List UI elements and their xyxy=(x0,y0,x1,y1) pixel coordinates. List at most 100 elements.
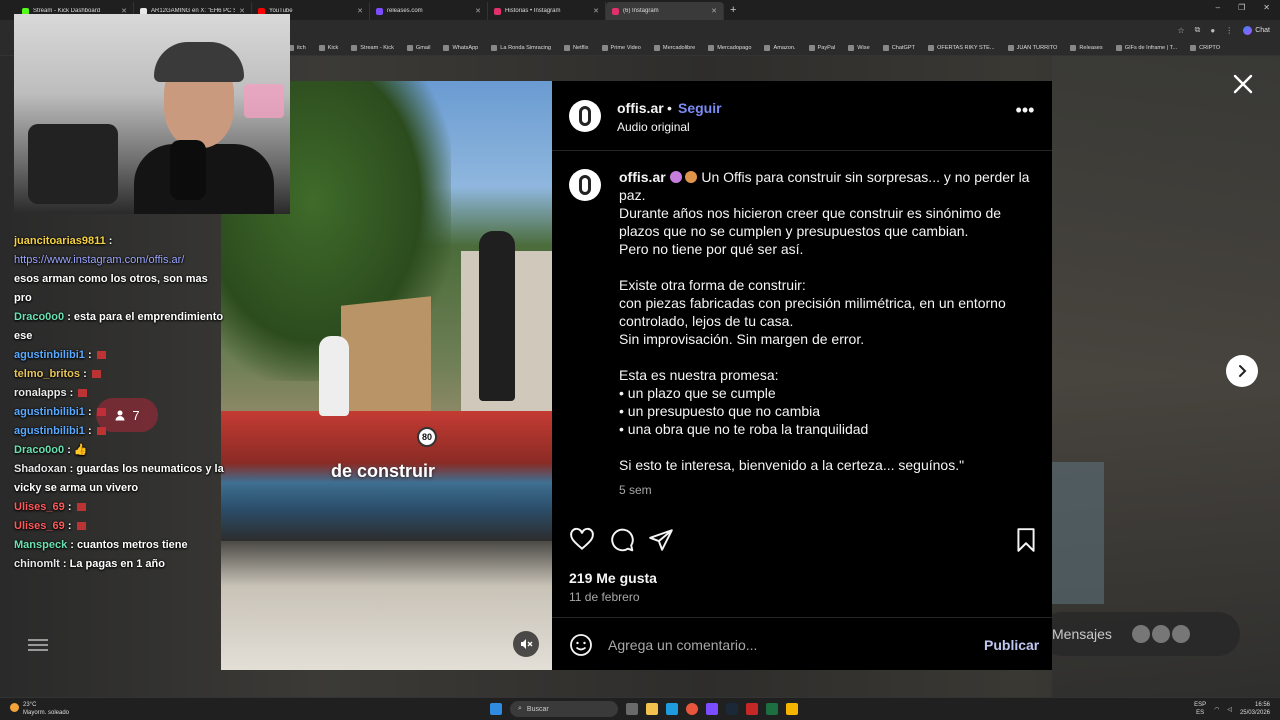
app-icon-2[interactable] xyxy=(746,703,758,715)
bookmark-item[interactable]: GIFs de Inframe | T... xyxy=(1115,44,1178,51)
chat-username[interactable]: Manspeck xyxy=(14,539,67,551)
chat-username[interactable]: agustinbilibi1 xyxy=(14,425,85,437)
close-icon[interactable] xyxy=(1231,72,1255,96)
bookmark-item[interactable]: Netflix xyxy=(563,44,589,51)
clock[interactable]: 16:56 25/03/2026 xyxy=(1240,701,1270,717)
close-window-button[interactable]: ✕ xyxy=(1263,3,1270,12)
chat-username[interactable]: juancitoarias9811 xyxy=(14,235,106,247)
caption-username[interactable]: offis.ar xyxy=(619,169,666,185)
app-icon[interactable] xyxy=(706,703,718,715)
audio-label[interactable]: Audio original xyxy=(617,120,690,134)
menu-icon[interactable]: ⋮ xyxy=(1225,26,1233,35)
bookmark-item[interactable]: PayPal xyxy=(808,44,835,51)
app-icon-3[interactable] xyxy=(786,703,798,715)
bookmark-item[interactable]: ChatGPT xyxy=(882,44,915,51)
bookmark-item[interactable]: itch xyxy=(288,44,306,51)
chat-username[interactable]: chinomlt xyxy=(14,558,60,570)
chat-link[interactable]: https://www.instagram.com/offis.ar/ xyxy=(14,254,184,266)
chat-message: chinomlt : La pagas en 1 año xyxy=(14,555,224,574)
bookmark-icon xyxy=(318,44,325,51)
steam-icon[interactable] xyxy=(726,703,738,715)
bookmark-item[interactable]: Prime Video xyxy=(601,44,641,51)
chat-username[interactable]: agustinbilibi1 xyxy=(14,406,85,418)
bookmark-label: Releases xyxy=(1079,44,1103,51)
chat-username[interactable]: Ulises_69 xyxy=(14,520,65,532)
star-icon[interactable]: ☆ xyxy=(1177,26,1184,35)
messages-avatars xyxy=(1131,625,1190,643)
excel-icon[interactable] xyxy=(766,703,778,715)
minimize-button[interactable]: – xyxy=(1216,3,1220,12)
mute-button[interactable] xyxy=(513,631,539,657)
comment-input[interactable] xyxy=(608,635,968,655)
chrome-icon[interactable] xyxy=(686,703,698,715)
chat-icon xyxy=(1243,25,1253,35)
bookmark-item[interactable]: Gmail xyxy=(406,44,430,51)
chat-button[interactable]: Chat xyxy=(1243,25,1270,35)
taskbar-search[interactable]: ⌕ Buscar xyxy=(510,701,618,717)
bookmark-label: Stream - Kick xyxy=(360,44,394,51)
tab-close-icon[interactable]: ✕ xyxy=(711,7,717,15)
file-explorer-icon[interactable] xyxy=(646,703,658,715)
share-icon[interactable] xyxy=(648,527,674,553)
follow-button[interactable]: Seguir xyxy=(678,100,722,116)
chat-separator: : xyxy=(67,539,77,551)
viewer-count: 7 xyxy=(96,398,158,432)
more-options-icon[interactable]: ••• xyxy=(1014,101,1036,125)
bookmark-item[interactable]: WhatsApp xyxy=(443,44,478,51)
bookmark-item[interactable]: Mercadopago xyxy=(708,44,751,51)
hamburger-icon[interactable] xyxy=(28,636,48,654)
bookmark-item[interactable]: Releases xyxy=(1070,44,1103,51)
profile-icon[interactable]: ● xyxy=(1210,26,1215,35)
comment-icon[interactable] xyxy=(609,527,635,553)
chat-username[interactable]: agustinbilibi1 xyxy=(14,349,85,361)
bookmark-item[interactable]: Stream - Kick xyxy=(351,44,394,51)
messages-bar[interactable]: Mensajes xyxy=(1040,612,1240,656)
next-post-button[interactable] xyxy=(1226,355,1258,387)
chat-separator: : xyxy=(84,425,95,437)
bookmark-item[interactable]: JUAN TURRITO xyxy=(1007,44,1057,51)
extensions-icon[interactable]: ⧉ xyxy=(1195,25,1201,35)
bookmark-item[interactable]: Wise xyxy=(848,44,870,51)
author-username[interactable]: offis.ar xyxy=(617,100,664,116)
bookmark-item[interactable]: Kick xyxy=(318,44,338,51)
maximize-button[interactable]: ❐ xyxy=(1238,3,1245,12)
windows-start-icon[interactable] xyxy=(490,703,502,715)
tab-close-icon[interactable]: ✕ xyxy=(357,7,363,15)
bookmark-item[interactable]: OFERTAS RIKY STE... xyxy=(928,44,995,51)
new-tab-button[interactable]: + xyxy=(730,4,736,16)
bookmark-label: itch xyxy=(297,44,306,51)
chat-username[interactable]: telmo_britos xyxy=(14,368,80,380)
edge-icon[interactable] xyxy=(666,703,678,715)
sun-icon xyxy=(10,703,19,712)
chat-emote-icon xyxy=(76,503,86,511)
bookmark-icon[interactable] xyxy=(1013,527,1039,553)
emoji-icon[interactable] xyxy=(569,633,593,657)
chat-username[interactable]: Draco0o0 xyxy=(14,311,64,323)
bookmark-item[interactable]: CRIPTO xyxy=(1190,44,1220,51)
bookmark-icon xyxy=(708,44,715,51)
caption-avatar[interactable] xyxy=(569,169,601,201)
chat-username[interactable]: ronalapps xyxy=(14,387,67,399)
task-view-icon[interactable] xyxy=(626,703,638,715)
chat-username[interactable]: Ulises_69 xyxy=(14,501,65,513)
browser-tab[interactable]: Historias • Instagram ✕ xyxy=(488,2,606,20)
wifi-icon[interactable]: ◠ xyxy=(1214,706,1219,713)
chat-username[interactable]: Shadoxan xyxy=(14,463,67,475)
browser-tab[interactable]: releases.com ✕ xyxy=(370,2,488,20)
bookmark-item[interactable]: La Ronda Simracing xyxy=(491,44,551,51)
caption-line: Pero no tiene por qué ser así. xyxy=(619,241,804,257)
author-avatar[interactable] xyxy=(569,100,601,132)
bookmark-item[interactable]: Mercadolibre xyxy=(653,44,695,51)
bookmark-label: GIFs de Inframe | T... xyxy=(1124,44,1178,51)
publish-button[interactable]: Publicar xyxy=(984,637,1039,653)
browser-tab[interactable]: (6) Instagram ✕ xyxy=(606,2,724,20)
language-indicator[interactable]: ESP ES xyxy=(1194,701,1206,717)
bookmark-item[interactable]: Amazon. xyxy=(764,44,796,51)
chat-username[interactable]: Draco0o0 xyxy=(14,444,64,456)
tab-close-icon[interactable]: ✕ xyxy=(593,7,599,15)
weather-widget[interactable]: 23°C Mayorm. soleado xyxy=(10,701,69,717)
heart-icon[interactable] xyxy=(569,527,595,553)
likes-count[interactable]: 219 Me gusta xyxy=(569,570,657,586)
volume-icon[interactable]: ◁ xyxy=(1227,706,1232,713)
tab-close-icon[interactable]: ✕ xyxy=(475,7,481,15)
